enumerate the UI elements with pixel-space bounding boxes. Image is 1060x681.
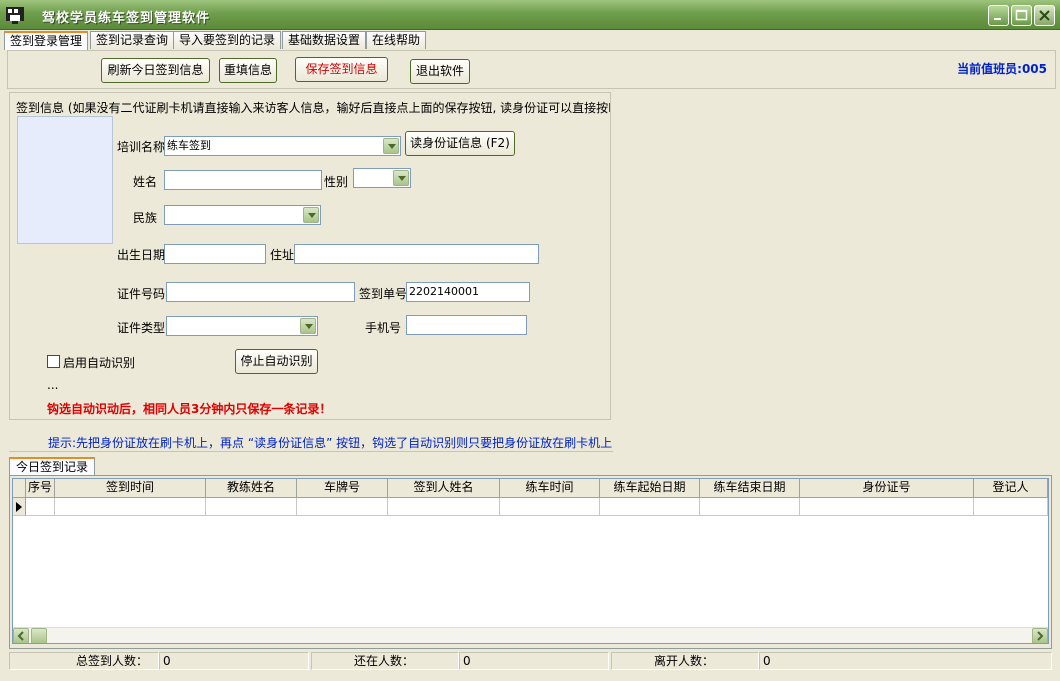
ethnicity-label: 民族 — [133, 211, 158, 225]
order-input[interactable]: 2202140001 — [406, 282, 530, 302]
auto-recognize-checkbox[interactable] — [47, 355, 60, 368]
refill-button[interactable]: 重填信息 — [219, 58, 277, 83]
toolbar-panel: 刷新今日签到信息 重填信息 保存签到信息 退出软件 当前值班员:005 — [7, 50, 1056, 89]
present-value: 0 — [459, 652, 609, 670]
present-label: 还在人数： — [311, 652, 459, 670]
dots-text: ... — [47, 378, 59, 392]
stop-auto-button[interactable]: 停止自动识别 — [235, 349, 318, 374]
birth-label: 出生日期 — [117, 248, 166, 262]
birth-input[interactable] — [164, 244, 266, 264]
tab-signin-management[interactable]: 签到登录管理 — [4, 31, 89, 50]
signin-info-group: 签到信息 (如果没有二代证刷卡机请直接输入来访客人信息，输好后直接点上面的保存按… — [9, 92, 611, 420]
refresh-today-button[interactable]: 刷新今日签到信息 — [101, 58, 210, 83]
close-icon — [1039, 10, 1050, 21]
save-signin-button[interactable]: 保存签到信息 — [295, 57, 388, 82]
tab-import-records[interactable]: 导入要签到的记录 — [173, 31, 282, 49]
scroll-left-button[interactable] — [13, 628, 29, 643]
app-icon — [6, 7, 24, 24]
left-value: 0 — [759, 652, 1052, 670]
minimize-button[interactable] — [988, 5, 1009, 26]
maximize-button[interactable] — [1011, 5, 1032, 26]
ethnicity-select[interactable] — [164, 205, 321, 225]
chevron-down-icon[interactable] — [303, 207, 319, 223]
id-photo — [17, 116, 113, 244]
col-registrar[interactable]: 登记人 — [974, 479, 1048, 498]
gender-label: 性别 — [324, 175, 349, 189]
maximize-icon — [1015, 9, 1028, 21]
arrow-right-icon — [1037, 631, 1044, 641]
col-end-date[interactable]: 练车结束日期 — [700, 479, 800, 498]
col-coach-name[interactable]: 教练姓名 — [206, 479, 297, 498]
order-label: 签到单号 — [359, 287, 408, 301]
phone-input[interactable] — [406, 315, 527, 335]
id-type-select[interactable] — [166, 316, 318, 336]
phone-label: 手机号 — [365, 321, 402, 335]
col-practice-time[interactable]: 练车时间 — [500, 479, 600, 498]
close-button[interactable] — [1034, 5, 1055, 26]
training-value: 练车签到 — [167, 139, 211, 152]
duty-operator: 当前值班员:005 — [957, 62, 1047, 76]
col-signer-name[interactable]: 签到人姓名 — [388, 479, 500, 498]
status-bar: 总签到人数： 0 还在人数： 0 离开人数： 0 — [9, 652, 1052, 670]
auto-warning: 钩选自动识动后，相同人员3分钟内只保存一条记录！ — [47, 402, 332, 416]
col-id-number[interactable]: 身份证号 — [800, 479, 974, 498]
divider — [9, 451, 613, 452]
total-label: 总签到人数： — [9, 652, 159, 670]
records-panel: 序号 签到时间 教练姓名 车牌号 签到人姓名 练车时间 练车起始日期 练车结束日… — [9, 475, 1052, 649]
tab-today-records[interactable]: 今日签到记录 — [9, 457, 96, 475]
col-signin-time[interactable]: 签到时间 — [55, 479, 206, 498]
window-title: 驾校学员练车签到管理软件 — [42, 11, 211, 26]
scroll-thumb[interactable] — [31, 628, 47, 643]
address-input[interactable] — [294, 244, 539, 264]
minimize-icon — [994, 18, 1001, 20]
col-start-date[interactable]: 练车起始日期 — [600, 479, 700, 498]
row-indicator-icon — [13, 498, 26, 516]
tab-basic-settings[interactable]: 基础数据设置 — [282, 31, 367, 49]
signin-legend: 签到信息 (如果没有二代证刷卡机请直接输入来访客人信息，输好后直接点上面的保存按… — [16, 101, 611, 115]
arrow-left-icon — [17, 631, 24, 641]
address-label: 住址 — [270, 248, 295, 262]
total-value: 0 — [159, 652, 309, 670]
gender-select[interactable] — [353, 168, 411, 188]
chevron-down-icon[interactable] — [393, 170, 409, 186]
tab-online-help[interactable]: 在线帮助 — [366, 31, 427, 49]
auto-recognize-label: 启用自动识别 — [63, 356, 136, 370]
id-number-label: 证件号码 — [117, 287, 166, 301]
training-label: 培训名称 — [117, 140, 166, 154]
hint-text: 提示:先把身份证放在刷卡机上，再点 “读身份证信息” 按钮，钩选了自动识别则只要… — [48, 436, 613, 450]
title-bar: 驾校学员练车签到管理软件 — [0, 0, 1060, 30]
chevron-down-icon[interactable] — [383, 138, 399, 154]
horizontal-scrollbar[interactable] — [13, 627, 1048, 643]
exit-button[interactable]: 退出软件 — [410, 59, 470, 84]
name-label: 姓名 — [133, 175, 158, 189]
records-grid[interactable]: 序号 签到时间 教练姓名 车牌号 签到人姓名 练车时间 练车起始日期 练车结束日… — [12, 478, 1049, 644]
tab-record-query[interactable]: 签到记录查询 — [90, 31, 175, 49]
name-input[interactable] — [164, 170, 322, 190]
grid-header-indicator — [13, 479, 26, 498]
read-id-button[interactable]: 读身份证信息 (F2) — [405, 131, 515, 156]
chevron-down-icon[interactable] — [300, 318, 316, 334]
training-select[interactable]: 练车签到 — [164, 136, 401, 156]
col-seq[interactable]: 序号 — [26, 479, 55, 498]
id-number-input[interactable] — [166, 282, 355, 302]
id-type-label: 证件类型 — [117, 321, 166, 335]
col-plate[interactable]: 车牌号 — [297, 479, 388, 498]
left-label: 离开人数： — [611, 652, 759, 670]
grid-header: 序号 签到时间 教练姓名 车牌号 签到人姓名 练车时间 练车起始日期 练车结束日… — [13, 479, 1048, 498]
scroll-right-button[interactable] — [1032, 628, 1048, 643]
table-row[interactable] — [13, 498, 1048, 516]
